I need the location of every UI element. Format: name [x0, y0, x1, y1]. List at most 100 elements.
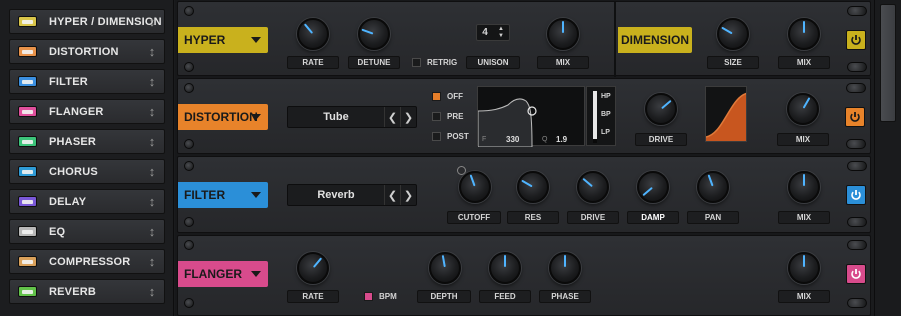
- chevron-left-icon[interactable]: ❮: [384, 107, 400, 127]
- retrig-checkbox[interactable]: RETRIG: [412, 58, 457, 67]
- bpm-label: BPM: [379, 292, 397, 301]
- damp-knob[interactable]: [637, 171, 669, 203]
- stepper-arrows-icon[interactable]: ▲ ▼: [493, 26, 509, 40]
- drag-handle-icon[interactable]: ↕: [148, 134, 156, 150]
- drag-handle-icon[interactable]: ↕: [148, 254, 156, 270]
- drag-handle-icon[interactable]: ↕: [148, 164, 156, 180]
- filter-type-select[interactable]: Reverb ❮ ❯: [287, 184, 417, 206]
- sidebar-item-label: CHORUS: [49, 165, 98, 178]
- sidebar-item-eq[interactable]: EQ ↕: [9, 219, 165, 244]
- mode-pre-radio[interactable]: PRE: [432, 112, 463, 121]
- distortion-mix-knob[interactable]: [787, 93, 819, 125]
- sidebar-item-hyper-dimension[interactable]: HYPER / DIMENSION ↕: [9, 9, 165, 34]
- power-icon: [851, 35, 861, 45]
- mode-post-radio[interactable]: POST: [432, 132, 469, 141]
- led-icon[interactable]: [18, 76, 37, 87]
- drag-handle-icon[interactable]: ↕: [148, 74, 156, 90]
- filter-hp-option[interactable]: HP: [601, 93, 611, 100]
- drag-handle-icon[interactable]: ↕: [148, 194, 156, 210]
- power-icon: [851, 269, 861, 279]
- unison-label: UNISON: [466, 56, 520, 69]
- cutoff-label: CUTOFF: [447, 211, 501, 224]
- dimension-mix-knob[interactable]: [788, 18, 820, 50]
- screw-icon: [184, 62, 194, 72]
- checkbox-box[interactable]: [364, 292, 373, 301]
- led-icon[interactable]: [18, 136, 37, 147]
- led-icon[interactable]: [18, 106, 37, 117]
- sidebar-item-delay[interactable]: DELAY ↕: [9, 189, 165, 214]
- hyper-dimension-panel: HYPER RATE DETUNE RETRIG 4 ▲ ▼ UNISON MIX…: [177, 1, 871, 77]
- feed-label: FEED: [479, 290, 531, 303]
- drive-knob-filter[interactable]: [577, 171, 609, 203]
- flanger-power-button[interactable]: [846, 264, 866, 284]
- filter-mix-knob[interactable]: [788, 171, 820, 203]
- led-icon[interactable]: [18, 16, 37, 27]
- led-icon[interactable]: [18, 286, 37, 297]
- distortion-title: DISTORTION: [184, 110, 258, 124]
- checkbox-box[interactable]: [412, 58, 421, 67]
- flanger-mix-knob[interactable]: [788, 252, 820, 284]
- rack-scrollbar[interactable]: [874, 0, 901, 316]
- sidebar-item-label: FLANGER: [49, 105, 104, 118]
- drive-knob[interactable]: [645, 93, 677, 125]
- flanger-rate-knob[interactable]: [297, 252, 329, 284]
- sidebar-item-compressor[interactable]: COMPRESSOR ↕: [9, 249, 165, 274]
- led-icon[interactable]: [18, 46, 37, 57]
- drag-handle-icon[interactable]: ↕: [148, 104, 156, 120]
- filter-lp-option[interactable]: LP: [601, 129, 610, 136]
- mode-off-radio[interactable]: OFF: [432, 92, 463, 101]
- filter-type-slider[interactable]: HP BP LP: [586, 86, 616, 146]
- checkbox-box[interactable]: [432, 92, 441, 101]
- hyper-power-button[interactable]: [846, 30, 866, 50]
- checkbox-box[interactable]: [432, 112, 441, 121]
- distortion-power-button[interactable]: [845, 107, 865, 127]
- rate-knob[interactable]: [297, 18, 329, 50]
- flanger-rate-label: RATE: [287, 290, 339, 303]
- led-icon[interactable]: [18, 256, 37, 267]
- cutoff-knob[interactable]: [459, 171, 491, 203]
- drag-handle-icon[interactable]: ↕: [148, 44, 156, 60]
- filter-bp-option[interactable]: BP: [601, 111, 611, 118]
- filter-type-value: Reverb: [317, 189, 355, 201]
- chevron-right-icon[interactable]: ❯: [400, 185, 416, 205]
- sidebar-item-flanger[interactable]: FLANGER ↕: [9, 99, 165, 124]
- filter-power-button[interactable]: [846, 185, 866, 205]
- distortion-type-select[interactable]: Tube ❮ ❯: [287, 106, 417, 128]
- drag-handle-icon[interactable]: ↕: [148, 14, 156, 30]
- depth-knob[interactable]: [429, 252, 461, 284]
- hyper-mix-knob[interactable]: [547, 18, 579, 50]
- hyper-title-dropdown[interactable]: HYPER: [178, 27, 268, 53]
- scrollbar-thumb[interactable]: [880, 4, 896, 122]
- chevron-down-icon: [251, 192, 261, 198]
- filter-response-graph[interactable]: F 330 Q 1.9: [477, 86, 585, 147]
- hyper-mix-label: MIX: [537, 56, 589, 69]
- distortion-title-dropdown[interactable]: DISTORTION: [178, 104, 268, 130]
- mode-pre-label: PRE: [447, 112, 464, 121]
- chevron-right-icon[interactable]: ❯: [400, 107, 416, 127]
- led-icon[interactable]: [18, 166, 37, 177]
- sidebar-item-label: DISTORTION: [49, 45, 119, 58]
- checkbox-box[interactable]: [432, 132, 441, 141]
- filter-title-dropdown[interactable]: FILTER: [178, 182, 268, 208]
- res-knob[interactable]: [517, 171, 549, 203]
- chevron-left-icon[interactable]: ❮: [384, 185, 400, 205]
- sidebar-item-reverb[interactable]: REVERB ↕: [9, 279, 165, 304]
- drag-handle-icon[interactable]: ↕: [148, 224, 156, 240]
- sidebar-item-distortion[interactable]: DISTORTION ↕: [9, 39, 165, 64]
- detune-knob[interactable]: [358, 18, 390, 50]
- led-icon[interactable]: [18, 226, 37, 237]
- phase-knob[interactable]: [549, 252, 581, 284]
- flanger-title-dropdown[interactable]: FLANGER: [178, 261, 268, 287]
- sidebar-item-filter[interactable]: FILTER ↕: [9, 69, 165, 94]
- feed-knob[interactable]: [489, 252, 521, 284]
- sidebar-item-phaser[interactable]: PHASER ↕: [9, 129, 165, 154]
- unison-stepper[interactable]: 4 ▲ ▼: [476, 24, 510, 41]
- bpm-checkbox[interactable]: BPM: [364, 292, 397, 301]
- led-icon[interactable]: [18, 196, 37, 207]
- sidebar-item-chorus[interactable]: CHORUS ↕: [9, 159, 165, 184]
- pan-knob[interactable]: [697, 171, 729, 203]
- size-knob[interactable]: [717, 18, 749, 50]
- panel-divider: [614, 2, 616, 77]
- drag-handle-icon[interactable]: ↕: [148, 284, 156, 300]
- q-value: 1.9: [556, 135, 568, 144]
